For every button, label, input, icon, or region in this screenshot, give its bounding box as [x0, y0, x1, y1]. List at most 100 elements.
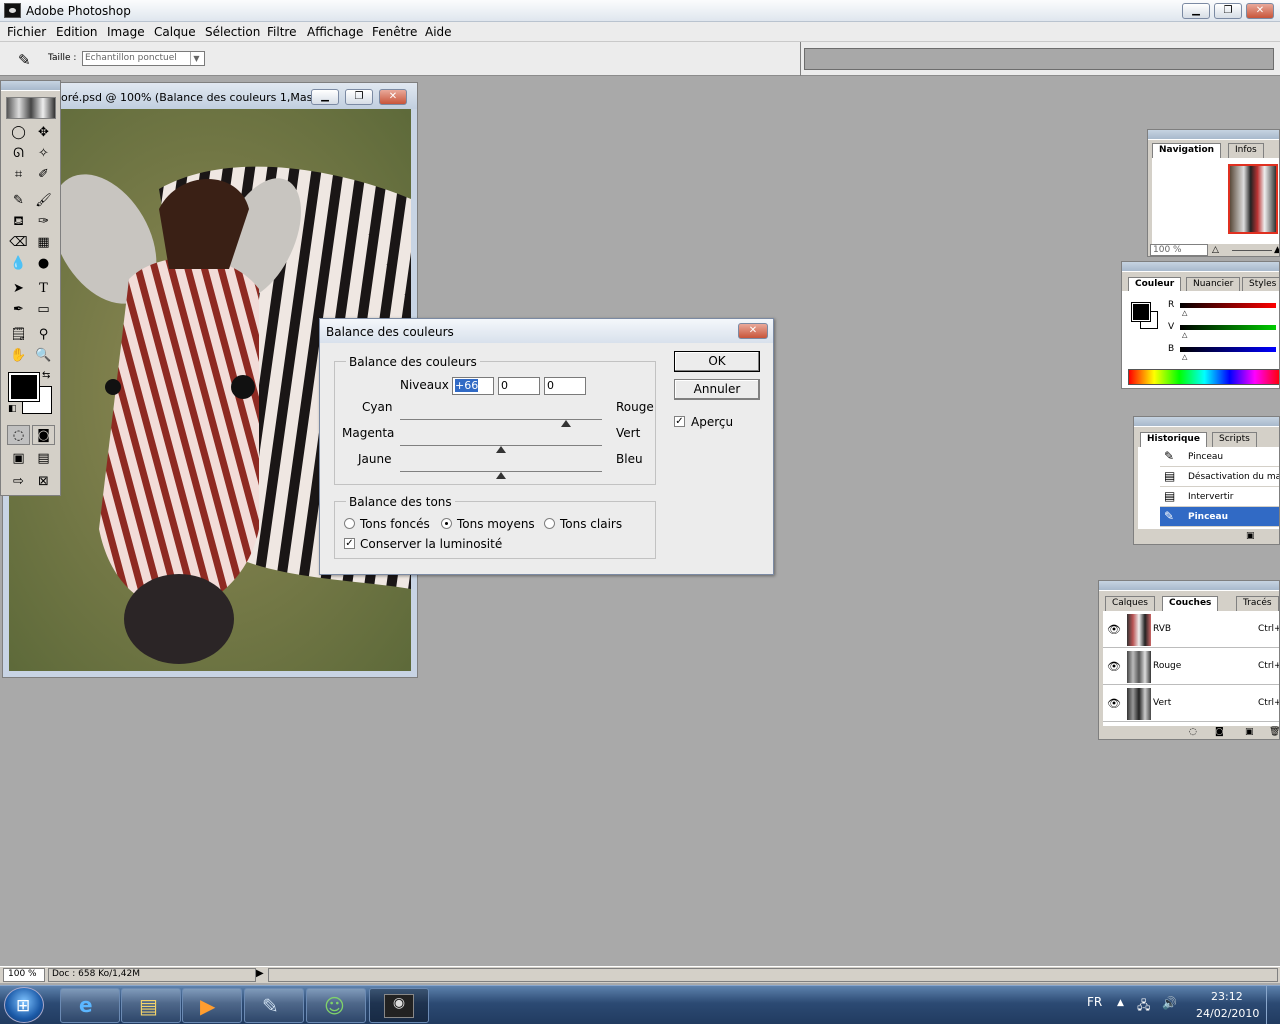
new-document-from-state-icon[interactable]: ▣: [1246, 531, 1255, 541]
menu-calque[interactable]: Calque: [154, 25, 196, 39]
preserve-luminosity-label[interactable]: Conserver la luminosité: [360, 537, 502, 551]
menu-selection[interactable]: Sélection: [205, 25, 260, 39]
taskbar-app[interactable]: ✎: [244, 988, 304, 1023]
tab-calques[interactable]: Calques: [1105, 596, 1155, 611]
load-selection-icon[interactable]: ◌: [1189, 727, 1197, 737]
tab-styles[interactable]: Styles: [1242, 277, 1279, 292]
cyan-red-slider-track[interactable]: [400, 419, 602, 420]
shadows-radio[interactable]: [344, 518, 355, 529]
red-slider-thumb[interactable]: △: [1182, 309, 1187, 317]
shape-tool-icon[interactable]: ▭: [32, 300, 55, 320]
history-item[interactable]: Intervertir: [1160, 487, 1279, 507]
tab-couches[interactable]: Couches: [1162, 596, 1219, 611]
level-magenta-green-input[interactable]: 0: [498, 377, 540, 395]
tab-couleur[interactable]: Couleur: [1128, 277, 1182, 292]
magic-wand-icon[interactable]: ✧: [32, 144, 55, 164]
blur-tool-icon[interactable]: 💧: [7, 254, 30, 274]
taskbar-explorer[interactable]: ▤: [121, 988, 181, 1023]
show-hidden-icons-icon[interactable]: ▲: [1117, 998, 1124, 1008]
volume-icon[interactable]: 🔊: [1162, 996, 1177, 1010]
history-panel-header[interactable]: [1134, 417, 1279, 427]
midtones-radio[interactable]: [441, 518, 452, 529]
standard-mode-icon[interactable]: ◌: [7, 425, 30, 445]
cancel-button[interactable]: Annuler: [674, 379, 760, 400]
network-icon[interactable]: 🖧: [1137, 996, 1150, 1017]
jump-to-imageready-icon[interactable]: ⇨: [7, 472, 30, 492]
channels-panel-header[interactable]: [1099, 581, 1279, 591]
gradient-tool-icon[interactable]: ▦: [32, 233, 55, 253]
level-yellow-blue-input[interactable]: 0: [544, 377, 586, 395]
navigator-view[interactable]: [1152, 158, 1279, 244]
show-desktop-button[interactable]: [1266, 986, 1280, 1024]
tab-scripts[interactable]: Scripts: [1212, 432, 1257, 447]
maximize-button[interactable]: ❐: [1214, 3, 1242, 19]
new-channel-icon[interactable]: ▣: [1245, 727, 1254, 737]
color-fg-swatch[interactable]: [1131, 302, 1151, 322]
stamp-tool-icon[interactable]: ⛾: [7, 212, 30, 232]
taskbar-messenger[interactable]: ☺: [306, 988, 366, 1023]
green-slider-thumb[interactable]: △: [1182, 331, 1187, 339]
eye-icon[interactable]: 👁: [1107, 660, 1121, 673]
menu-fichier[interactable]: Fichier: [7, 25, 46, 39]
tab-nuancier[interactable]: Nuancier: [1186, 277, 1241, 292]
level-cyan-red-input[interactable]: +66: [452, 377, 494, 395]
tab-traces[interactable]: Tracés: [1236, 596, 1279, 611]
brush-tool-icon[interactable]: 🖌: [32, 191, 55, 211]
status-menu-arrow-icon[interactable]: ▶: [256, 968, 264, 979]
dialog-close-button[interactable]: ✕: [738, 323, 768, 339]
menu-image[interactable]: Image: [107, 25, 145, 39]
zoom-tool-icon[interactable]: 🔍: [32, 346, 55, 366]
menu-edition[interactable]: Edition: [56, 25, 98, 39]
navigator-zoom-slider[interactable]: [1232, 250, 1272, 251]
channel-row[interactable]: 👁 Vert Ctrl+: [1103, 685, 1279, 722]
eraser-tool-icon[interactable]: ⌫: [7, 233, 30, 253]
preview-label[interactable]: Aperçu: [691, 415, 733, 429]
channel-row[interactable]: 👁 RVB Ctrl+: [1103, 611, 1279, 648]
start-button[interactable]: ⊞: [4, 987, 44, 1023]
magenta-green-slider-thumb[interactable]: [496, 446, 506, 453]
imageready-icon[interactable]: ⊠: [32, 472, 55, 492]
color-panel-header[interactable]: [1122, 262, 1279, 272]
yellow-blue-slider-thumb[interactable]: [496, 472, 506, 479]
preserve-luminosity-checkbox[interactable]: ✓: [344, 538, 355, 549]
midtones-label[interactable]: Tons moyens: [457, 517, 535, 531]
channel-row[interactable]: 👁 Rouge Ctrl+: [1103, 648, 1279, 685]
toolbox-header[interactable]: [1, 81, 60, 91]
clock-time[interactable]: 23:12: [1211, 990, 1243, 1003]
taskbar-internet-explorer[interactable]: e: [60, 988, 120, 1023]
doc-minimize-button[interactable]: ▁: [311, 89, 339, 105]
blue-channel-slider[interactable]: [1180, 347, 1276, 352]
lasso-tool-icon[interactable]: ᘏ: [7, 144, 30, 164]
save-selection-icon[interactable]: ◙: [1215, 727, 1224, 737]
menu-fenetre[interactable]: Fenêtre: [372, 25, 417, 39]
navigator-thumbnail[interactable]: [1228, 164, 1278, 234]
zoom-in-icon[interactable]: ▲: [1274, 245, 1279, 255]
language-indicator[interactable]: FR: [1087, 995, 1102, 1009]
size-select[interactable]: Echantillon ponctuel ▼: [82, 51, 205, 66]
green-channel-slider[interactable]: [1180, 325, 1276, 330]
ok-button[interactable]: OK: [674, 351, 760, 372]
highlights-label[interactable]: Tons clairs: [560, 517, 622, 531]
path-select-icon[interactable]: ➤: [7, 279, 30, 299]
taskbar-media-player[interactable]: ▶: [182, 988, 242, 1023]
minimize-button[interactable]: ▁: [1182, 3, 1210, 19]
shadows-label[interactable]: Tons foncés: [360, 517, 430, 531]
hand-tool-icon[interactable]: ✋: [7, 346, 30, 366]
default-colors-icon[interactable]: ◧: [8, 404, 17, 414]
pen-tool-icon[interactable]: ✒: [7, 300, 30, 320]
dodge-tool-icon[interactable]: ●: [32, 254, 55, 274]
history-item-selected[interactable]: Pinceau: [1160, 507, 1279, 527]
quickmask-mode-icon[interactable]: ◙: [32, 425, 55, 445]
tab-historique[interactable]: Historique: [1140, 432, 1207, 447]
eye-icon[interactable]: 👁: [1107, 623, 1121, 636]
history-item[interactable]: Désactivation du mas: [1160, 467, 1279, 487]
history-brush-icon[interactable]: ✑: [32, 212, 55, 232]
cyan-red-slider-thumb[interactable]: [561, 420, 571, 427]
trash-icon[interactable]: 🗑: [1269, 727, 1279, 737]
healing-brush-icon[interactable]: ✎: [7, 191, 30, 211]
status-zoom-field[interactable]: 100 %: [3, 968, 45, 982]
foreground-color-swatch[interactable]: [8, 372, 40, 402]
blue-slider-thumb[interactable]: △: [1182, 353, 1187, 361]
marquee-tool-icon[interactable]: ◯: [7, 123, 30, 143]
screen-mode-full-icon[interactable]: ▤: [32, 449, 55, 469]
